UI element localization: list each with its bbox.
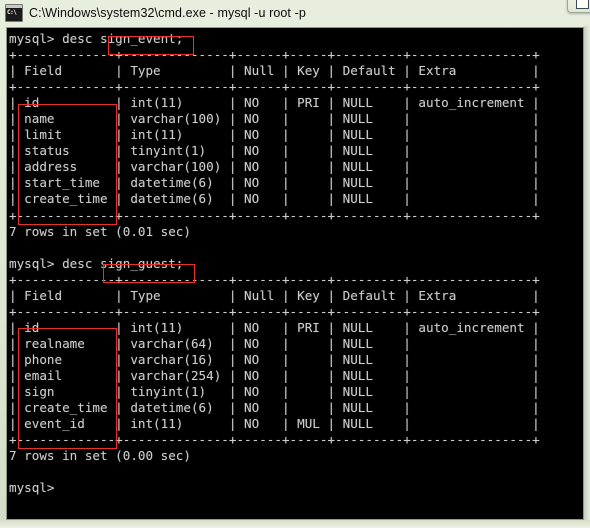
cmd-console-icon: C:\ [5, 4, 23, 22]
window-title: C:\Windows\system32\cmd.exe - mysql -u r… [29, 6, 306, 20]
cmd-window: C:\ C:\Windows\system32\cmd.exe - mysql … [0, 0, 590, 528]
icon-titlebar-strip [6, 5, 22, 8]
desktop-background-right [584, 26, 590, 528]
watermark-text: http://blog. csdn. net/cd028zxcc106 [259, 518, 516, 519]
restore-icon [576, 0, 589, 9]
window-controls[interactable] [567, 0, 590, 13]
restore-button[interactable] [568, 0, 590, 12]
icon-prompt-glyph: C:\ [7, 9, 17, 16]
desktop-background-bottom [0, 520, 590, 528]
title-bar[interactable]: C:\ C:\Windows\system32\cmd.exe - mysql … [0, 0, 590, 26]
console-output-area[interactable]: mysql> desc sign_event; +-------------+-… [7, 28, 583, 519]
terminal-text: mysql> desc sign_event; +-------------+-… [9, 31, 540, 496]
console-frame: mysql> desc sign_event; +-------------+-… [6, 27, 584, 520]
